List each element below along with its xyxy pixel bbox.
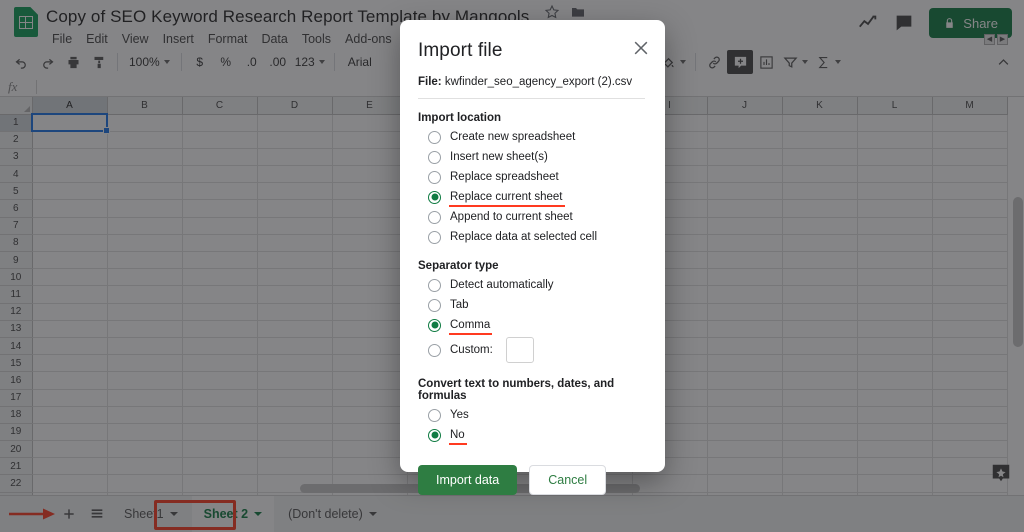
import-location-title: Import location (418, 112, 502, 124)
file-name: kwfinder_seo_agency_export (2).csv (444, 76, 633, 88)
import-location-row-4[interactable]: Append to current sheet (418, 207, 645, 227)
separator-type-group: Detect automatically Tab Comma (418, 275, 645, 335)
custom-separator-label: Custom: (450, 344, 493, 356)
radio-import-location-1[interactable] (428, 150, 441, 164)
cancel-button[interactable]: Cancel (529, 465, 607, 495)
custom-separator-row: Custom: (418, 335, 645, 365)
separator-type-title: Separator type (418, 260, 499, 272)
convert-text-label-1: No (449, 429, 467, 445)
radio-import-location-4[interactable] (428, 210, 441, 224)
separator-type-row-1[interactable]: Tab (418, 295, 645, 315)
import-location-label-0: Create new spreadsheet (450, 131, 576, 143)
import-location-label-4: Append to current sheet (450, 211, 573, 223)
radio-separator-type-1[interactable] (428, 298, 441, 312)
import-location-row-0[interactable]: Create new spreadsheet (418, 127, 645, 147)
dialog-actions: Import data Cancel (418, 465, 645, 495)
radio-custom-separator[interactable] (428, 343, 441, 357)
custom-separator-input[interactable] (505, 337, 534, 363)
separator-type-row-0[interactable]: Detect automatically (418, 275, 645, 295)
radio-separator-type-0[interactable] (428, 278, 441, 292)
separator-type-row-2[interactable]: Comma (418, 315, 645, 335)
import-location-group: Create new spreadsheet Insert new sheet(s… (418, 127, 645, 247)
radio-separator-type-2[interactable] (428, 318, 441, 332)
radio-import-location-2[interactable] (428, 170, 441, 184)
import-location-row-5[interactable]: Replace data at selected cell (418, 227, 645, 247)
import-location-row-1[interactable]: Insert new sheet(s) (418, 147, 645, 167)
import-location-label-1: Insert new sheet(s) (450, 151, 548, 163)
import-location-row-2[interactable]: Replace spreadsheet (418, 167, 645, 187)
radio-convert-text-0[interactable] (428, 408, 441, 422)
import-data-button[interactable]: Import data (418, 465, 518, 495)
import-location-row-3[interactable]: Replace current sheet (418, 187, 645, 207)
radio-import-location-5[interactable] (428, 230, 441, 244)
google-sheets-app: Copy of SEO Keyword Research Report Temp… (0, 0, 1024, 532)
import-location-label-2: Replace spreadsheet (450, 171, 559, 183)
radio-import-location-0[interactable] (428, 130, 441, 144)
import-location-label-3: Replace current sheet (449, 191, 565, 207)
convert-text-title: Convert text to numbers, dates, and form… (418, 378, 615, 402)
file-label: File: (418, 76, 442, 88)
dialog-file-row: File: kwfinder_seo_agency_export (2).csv (418, 76, 645, 99)
radio-convert-text-1[interactable] (428, 428, 441, 442)
import-file-dialog: Import file File: kwfinder_seo_agency_ex… (400, 20, 665, 495)
import-location-label-5: Replace data at selected cell (450, 231, 598, 243)
convert-text-label-0: Yes (450, 409, 469, 421)
separator-type-label-2: Comma (448, 319, 493, 335)
radio-import-location-3[interactable] (428, 190, 441, 204)
dialog-title: Import file (418, 40, 503, 61)
close-icon[interactable] (631, 38, 651, 58)
convert-text-group: Yes No (418, 405, 645, 445)
separator-type-label-0: Detect automatically (450, 279, 554, 291)
convert-text-row-1[interactable]: No (418, 425, 645, 445)
separator-type-label-1: Tab (450, 299, 469, 311)
convert-text-row-0[interactable]: Yes (418, 405, 645, 425)
